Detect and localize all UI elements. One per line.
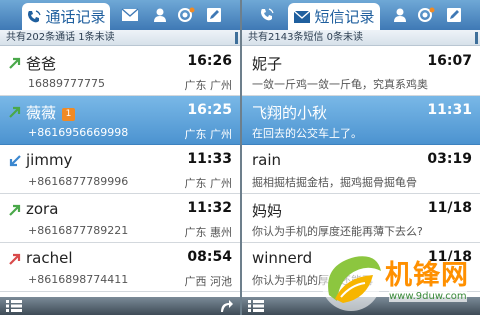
call-time: 11:33 [187, 151, 232, 167]
person-icon [154, 8, 166, 22]
tab-messages-icon[interactable] [118, 0, 142, 30]
unread-badge: 1 [62, 108, 76, 121]
call-row-selected[interactable]: 薇薇 1 16:25 +8616956669998 广东 广州 [0, 96, 240, 145]
call-row[interactable]: 爸爸 16:26 16889777775 广东 广州 [0, 47, 240, 96]
contact-name: rachel [26, 249, 73, 267]
tab-email-icon[interactable] [414, 0, 438, 30]
contact-name: zora [26, 200, 59, 218]
tab-contacts-icon[interactable] [148, 0, 172, 30]
tab-call-log[interactable]: 通话记录 [22, 3, 110, 30]
message-row[interactable]: 妈妈 11/18 你认为手机的厚度还能再薄下去么? [242, 194, 480, 243]
menu-icon[interactable] [248, 300, 264, 312]
sender-name: 妈妈 [252, 202, 283, 220]
watermark-url: www.9duw.com [389, 291, 467, 302]
message-summary: 共有2143条短信 0条未读 [242, 30, 480, 46]
message-summary-text: 共有2143条短信 0条未读 [248, 32, 363, 43]
phone-number: 16889777775 [28, 77, 105, 90]
call-location: 广西 河池 [184, 275, 233, 288]
tab-edit-icon[interactable] [442, 0, 466, 30]
call-time: 11:32 [187, 200, 232, 216]
tab-bar: 通话记录 [0, 0, 240, 30]
message-snippet: 你认为手机的厚度还能再薄下去么? [252, 225, 423, 238]
contact-name-text: 薇薇 [26, 104, 57, 122]
watermark-text: 机锋网 [385, 260, 469, 291]
contact-name: 薇薇 1 [26, 102, 76, 123]
scroll-indicator [475, 32, 478, 44]
call-row[interactable]: rachel 08:54 +8616898774411 广西 河池 [0, 243, 240, 292]
message-row[interactable]: rain 03:19 掘相掘桔掘金桔，掘鸡掘骨掘龟骨 [242, 145, 480, 194]
incoming-call-icon [9, 155, 21, 167]
phone-icon [26, 9, 42, 25]
contact-name: jimmy [26, 151, 73, 169]
bottom-bar [0, 297, 240, 315]
call-location: 广东 广州 [184, 79, 233, 92]
message-row-selected[interactable]: 飞翔的小秋 11:31 在回去的公交车上了。 [242, 96, 480, 145]
outgoing-call-icon [9, 106, 21, 118]
phone-number: +8616877789996 [28, 175, 129, 188]
message-snippet: 掘相掘桔掘金桔，掘鸡掘骨掘龟骨 [252, 176, 417, 189]
tab-email-icon[interactable] [174, 0, 198, 30]
tab-edit-icon[interactable] [202, 0, 226, 30]
menu-icon[interactable] [6, 300, 22, 312]
watermark-logo: 机锋网 www.9duw.com [315, 241, 480, 315]
message-time: 11/18 [427, 200, 472, 216]
message-time: 11:31 [427, 102, 472, 118]
envelope-icon [121, 8, 139, 21]
outgoing-call-icon [9, 57, 21, 69]
sender-name: rain [252, 151, 282, 169]
contact-name: 爸爸 [26, 55, 57, 73]
call-time: 08:54 [187, 249, 232, 265]
sender-name: 妮子 [252, 55, 283, 73]
call-time: 16:25 [187, 102, 232, 118]
pencil-icon [207, 8, 221, 22]
person-icon [394, 8, 406, 22]
tab-messages[interactable]: 短信记录 [288, 3, 380, 30]
pencil-icon [447, 8, 461, 22]
outgoing-call-icon [9, 204, 21, 216]
call-summary: 共有202条通话 1条未读 [0, 30, 240, 46]
leaf-logo-icon [321, 251, 381, 311]
message-snippet: 在回去的公交车上了。 [252, 127, 362, 140]
phone-number: +8616898774411 [28, 273, 129, 286]
message-time: 03:19 [427, 151, 472, 167]
call-location: 广东 惠州 [184, 226, 233, 239]
message-row[interactable]: 妮子 16:07 一敛一斤鸡一敛一斤龟，究真系鸡奥 [242, 47, 480, 96]
call-log-panel: 通话记录 共有202条通话 1条未读 爸爸 16:26 16889777775 … [0, 0, 240, 315]
call-row[interactable]: jimmy 11:33 +8616877789996 广东 广州 [0, 145, 240, 194]
call-summary-text: 共有202条通话 1条未读 [6, 32, 115, 43]
tab-bar: 短信记录 [242, 0, 480, 30]
envelope-icon [293, 9, 311, 24]
phone-number: +8616956669998 [28, 126, 129, 139]
message-time: 16:07 [427, 53, 472, 69]
call-location: 广东 广州 [184, 177, 233, 190]
missed-call-icon [9, 253, 21, 265]
call-location: 广东 广州 [184, 128, 233, 141]
call-row[interactable]: zora 11:32 +8616877789221 广东 惠州 [0, 194, 240, 243]
sender-name: winnerd [252, 249, 313, 267]
at-sign-icon [418, 7, 435, 22]
phone-icon [261, 8, 274, 21]
phone-number: +8616877789221 [28, 224, 129, 237]
at-sign-icon [178, 7, 195, 22]
tab-call-log-label: 通话记录 [45, 8, 106, 26]
scroll-indicator [235, 32, 238, 44]
tab-call-log-icon[interactable] [256, 0, 278, 30]
message-snippet: 一敛一斤鸡一敛一斤龟，究真系鸡奥 [252, 78, 428, 91]
call-list: 爸爸 16:26 16889777775 广东 广州 薇薇 1 16:25 +86… [0, 47, 240, 297]
tab-contacts-icon[interactable] [388, 0, 412, 30]
back-icon[interactable] [218, 299, 234, 313]
tab-messages-label: 短信记录 [314, 8, 375, 26]
call-time: 16:26 [187, 53, 232, 69]
sender-name: 飞翔的小秋 [252, 104, 328, 122]
